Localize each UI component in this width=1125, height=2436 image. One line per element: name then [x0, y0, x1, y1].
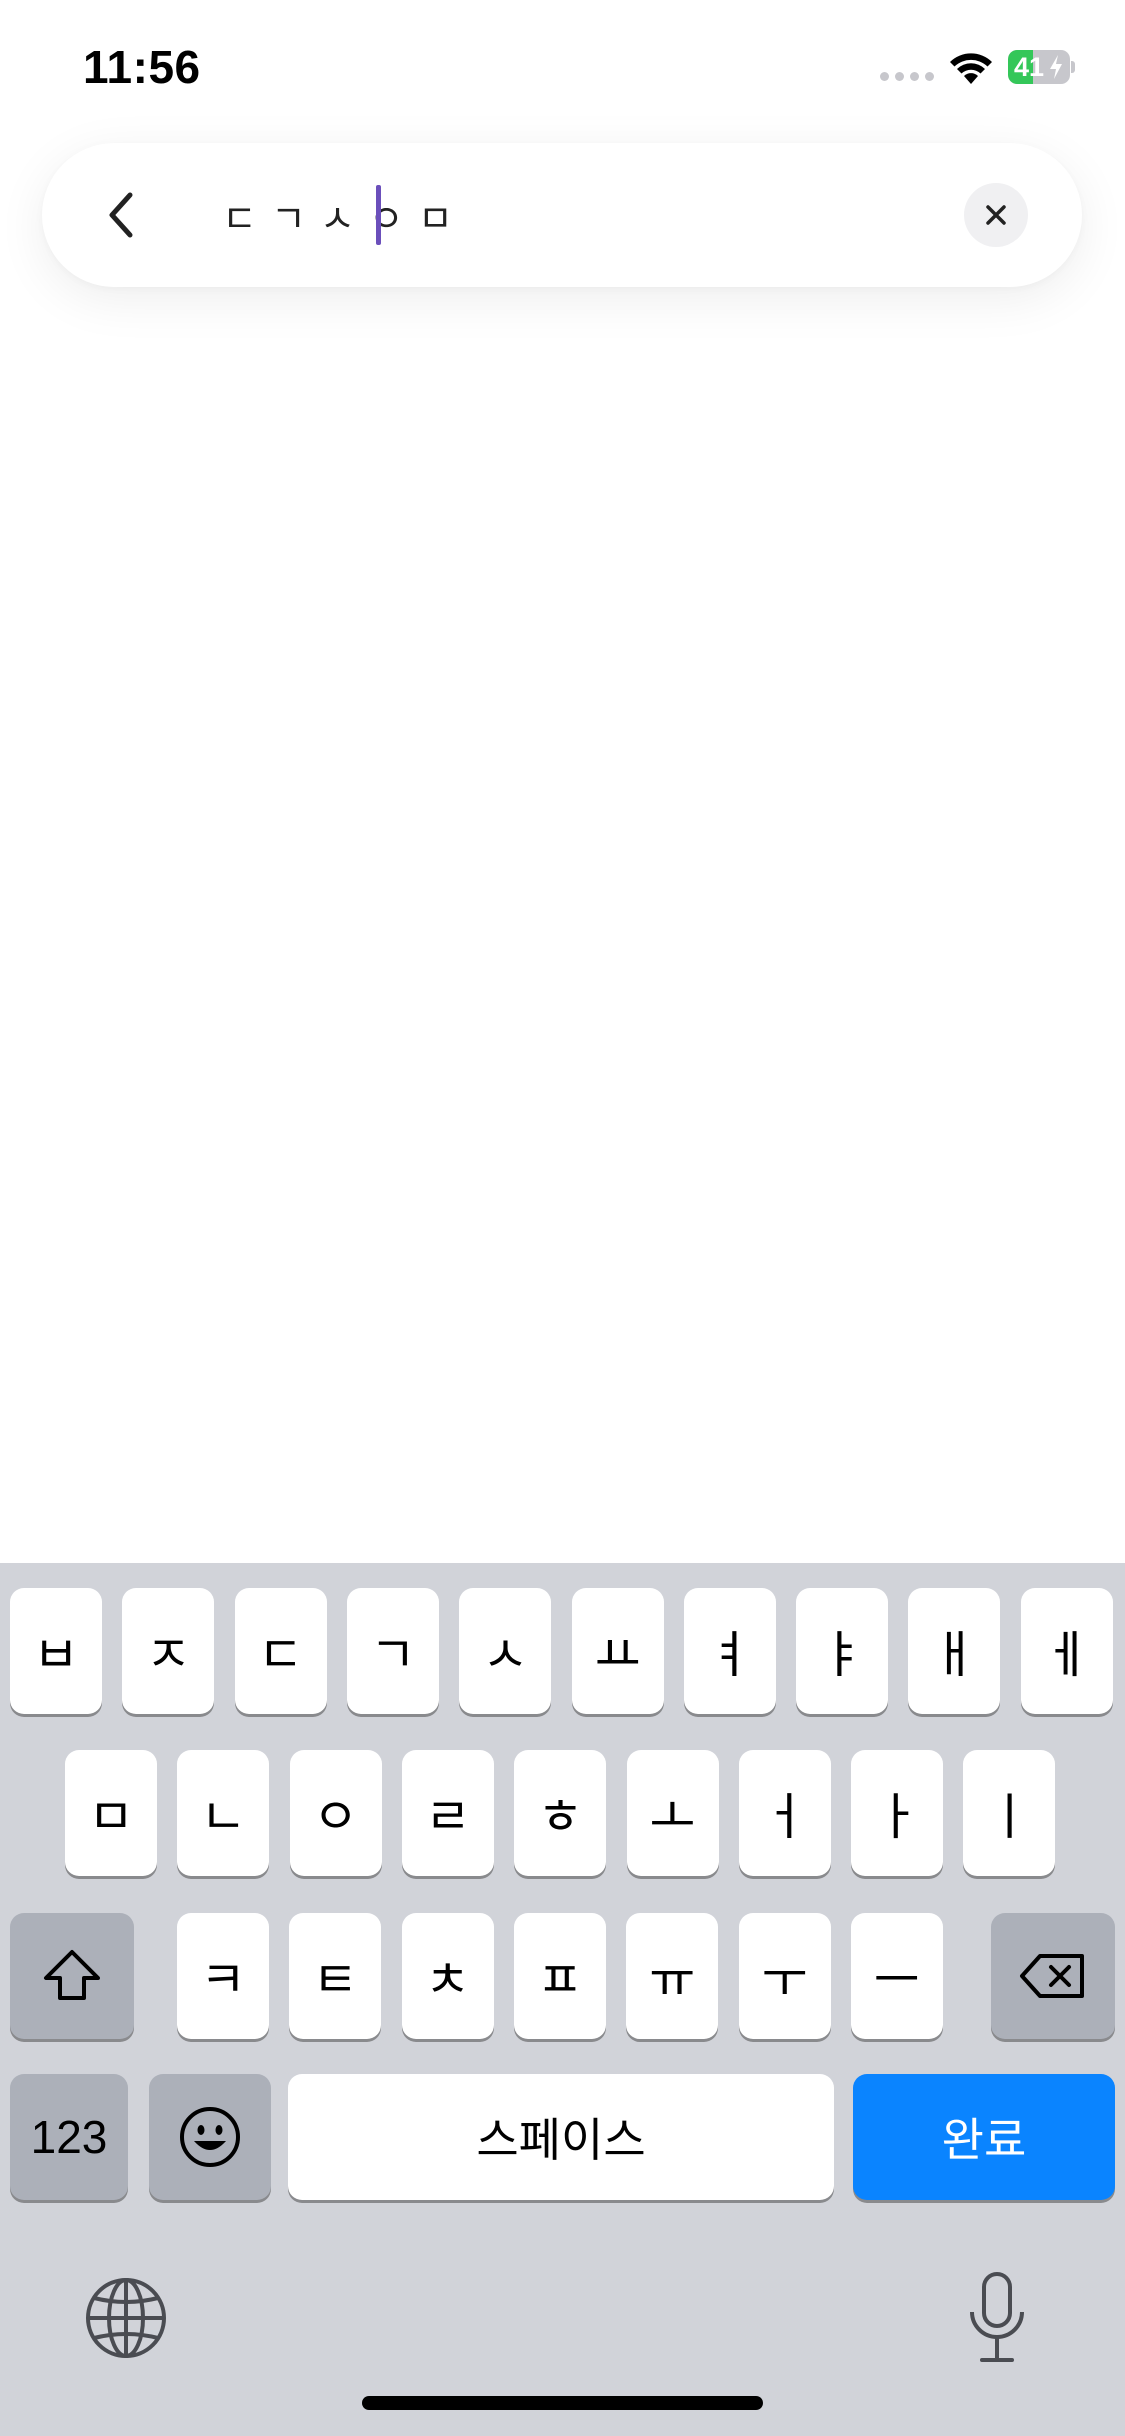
cellular-signal-icon: [880, 72, 936, 84]
emoji-icon: [180, 2107, 240, 2167]
microphone-icon[interactable]: [962, 2270, 1032, 2366]
key-ㅅ[interactable]: ㅅ: [459, 1588, 552, 1714]
key-ㅓ[interactable]: ㅓ: [738, 1750, 831, 1876]
key-ㅣ[interactable]: ㅣ: [963, 1750, 1056, 1876]
status-bar: 11:56 41: [0, 0, 1125, 140]
status-time: 11:56: [83, 41, 201, 93]
key-ㄷ[interactable]: ㄷ: [234, 1588, 327, 1714]
key-ㅋ[interactable]: ㅋ: [177, 1913, 269, 2039]
key-ㅐ[interactable]: ㅐ: [908, 1588, 1001, 1714]
shift-icon: [44, 1950, 100, 2000]
key-ㅊ[interactable]: ㅊ: [401, 1913, 494, 2039]
key-ㅗ[interactable]: ㅗ: [626, 1750, 719, 1876]
key-ㅁ[interactable]: ㅁ: [65, 1750, 157, 1876]
wifi-icon: [950, 53, 992, 84]
backspace-key[interactable]: [991, 1913, 1115, 2039]
chevron-left-icon[interactable]: [92, 183, 152, 247]
key-ㅠ[interactable]: ㅠ: [626, 1913, 719, 2039]
numbers-key[interactable]: 123: [10, 2074, 128, 2200]
globe-icon[interactable]: [84, 2276, 168, 2360]
battery-percent: 41: [1014, 52, 1045, 82]
search-input[interactable]: [182, 171, 1022, 259]
key-ㅏ[interactable]: ㅏ: [851, 1750, 944, 1876]
done-key[interactable]: 완료: [853, 2074, 1115, 2200]
keyboard: ㅂㅈㄷㄱㅅㅛㅕㅑㅐㅔ ㅁㄴㅇㄹㅎㅗㅓㅏㅣ ㅋㅌㅊㅍㅠㅜㅡ 123 스페이스 완료: [0, 1563, 1125, 2436]
key-ㄹ[interactable]: ㄹ: [401, 1750, 494, 1876]
shift-key[interactable]: [10, 1913, 134, 2039]
text-caret: [376, 185, 381, 245]
key-ㄱ[interactable]: ㄱ: [346, 1588, 439, 1714]
emoji-key[interactable]: [149, 2074, 271, 2200]
key-ㅛ[interactable]: ㅛ: [571, 1588, 664, 1714]
key-ㅍ[interactable]: ㅍ: [513, 1913, 606, 2039]
space-key[interactable]: 스페이스: [288, 2074, 834, 2200]
key-ㄴ[interactable]: ㄴ: [177, 1750, 270, 1876]
key-ㅌ[interactable]: ㅌ: [289, 1913, 382, 2039]
backspace-icon: [1020, 1954, 1084, 1998]
key-ㅂ[interactable]: ㅂ: [10, 1588, 102, 1714]
search-bar: [42, 143, 1082, 287]
home-indicator: [362, 2396, 763, 2410]
key-ㅡ[interactable]: ㅡ: [850, 1913, 943, 2039]
charging-bolt-icon: [1050, 55, 1062, 79]
battery-indicator: 41: [1008, 50, 1075, 84]
clear-button[interactable]: [964, 183, 1028, 247]
key-ㅈ[interactable]: ㅈ: [122, 1588, 215, 1714]
key-ㅜ[interactable]: ㅜ: [738, 1913, 831, 2039]
key-ㅕ[interactable]: ㅕ: [683, 1588, 776, 1714]
key-ㅑ[interactable]: ㅑ: [796, 1588, 889, 1714]
key-ㅔ[interactable]: ㅔ: [1020, 1588, 1113, 1714]
key-ㅎ[interactable]: ㅎ: [514, 1750, 607, 1876]
key-ㅇ[interactable]: ㅇ: [289, 1750, 382, 1876]
close-icon: [986, 205, 1006, 225]
